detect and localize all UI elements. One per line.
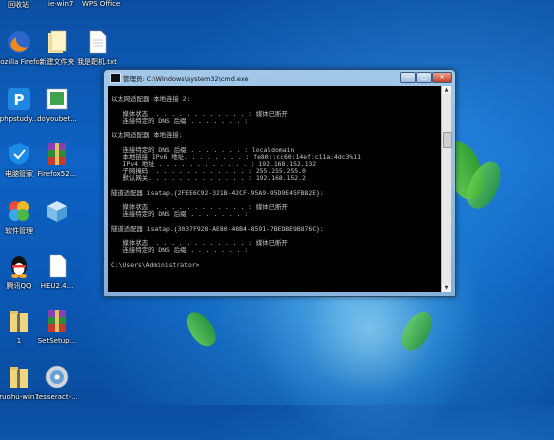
winrar-archive-icon [44, 308, 70, 334]
desktop-icon-label: 我是靶机.txt [77, 58, 117, 66]
disc-installer-icon [44, 364, 70, 390]
desktop-icon-label: doyoubet... [37, 115, 77, 123]
winrar-archive-icon [44, 141, 70, 167]
desktop-icon-label: HEU2.4... [40, 282, 74, 290]
text-file-icon [84, 29, 110, 55]
console-text: 以太网适配器 本地连接 2: 媒体状态 . . . . . . . . . . … [111, 95, 361, 269]
desktop-icon-doyoubet[interactable]: doyoubet... [25, 86, 89, 123]
desktop-icon-label: SetSetup... [37, 337, 77, 345]
recycle-bin-label[interactable]: 回收站 [8, 0, 29, 10]
ie-win7-label[interactable]: ie-win7 [48, 0, 73, 8]
console-output[interactable]: 以太网适配器 本地连接 2: 媒体状态 . . . . . . . . . . … [108, 86, 441, 292]
image-file-icon [44, 86, 70, 112]
close-button[interactable]: ✕ [432, 72, 452, 83]
desktop-icon-firefox52[interactable]: Firefox52... [25, 141, 89, 178]
maximize-button[interactable]: □ [416, 72, 432, 83]
desktop-icon-label: tesseract-... [36, 393, 78, 401]
desktop-icon-target-txt[interactable]: 我是靶机.txt [65, 29, 129, 66]
desktop-icon-tesseract[interactable]: tesseract-... [25, 364, 89, 401]
desktop-icon-label: Firefox52... [37, 170, 77, 178]
scroll-up-arrow[interactable]: ▲ [442, 86, 451, 94]
scroll-thumb[interactable] [443, 132, 452, 148]
desktop-icon-3d-box[interactable] [25, 198, 89, 227]
wallpaper-leaf [181, 307, 221, 351]
desktop-icon-label: 软件管理 [5, 227, 33, 235]
document-icon [44, 253, 70, 279]
minimize-button[interactable]: — [400, 72, 416, 83]
svg-text:P: P [14, 91, 25, 109]
desktop-icon-setsetup[interactable]: SetSetup... [25, 308, 89, 345]
vertical-scrollbar[interactable]: ▲ ▼ [441, 86, 452, 292]
window-title: 管理员: C:\Windows\system32\cmd.exe [123, 75, 249, 83]
scroll-down-arrow[interactable]: ▼ [442, 284, 451, 292]
cmd-icon [110, 73, 121, 83]
3d-box-icon [44, 198, 70, 224]
window-titlebar[interactable]: 管理员: C:\Windows\system32\cmd.exe — □ ✕ [104, 70, 455, 85]
wps-office-label[interactable]: WPS Office [82, 0, 120, 8]
desktop-icon-heu[interactable]: HEU2.4... [25, 253, 89, 290]
cmd-window[interactable]: 管理员: C:\Windows\system32\cmd.exe — □ ✕ 以… [103, 69, 456, 297]
